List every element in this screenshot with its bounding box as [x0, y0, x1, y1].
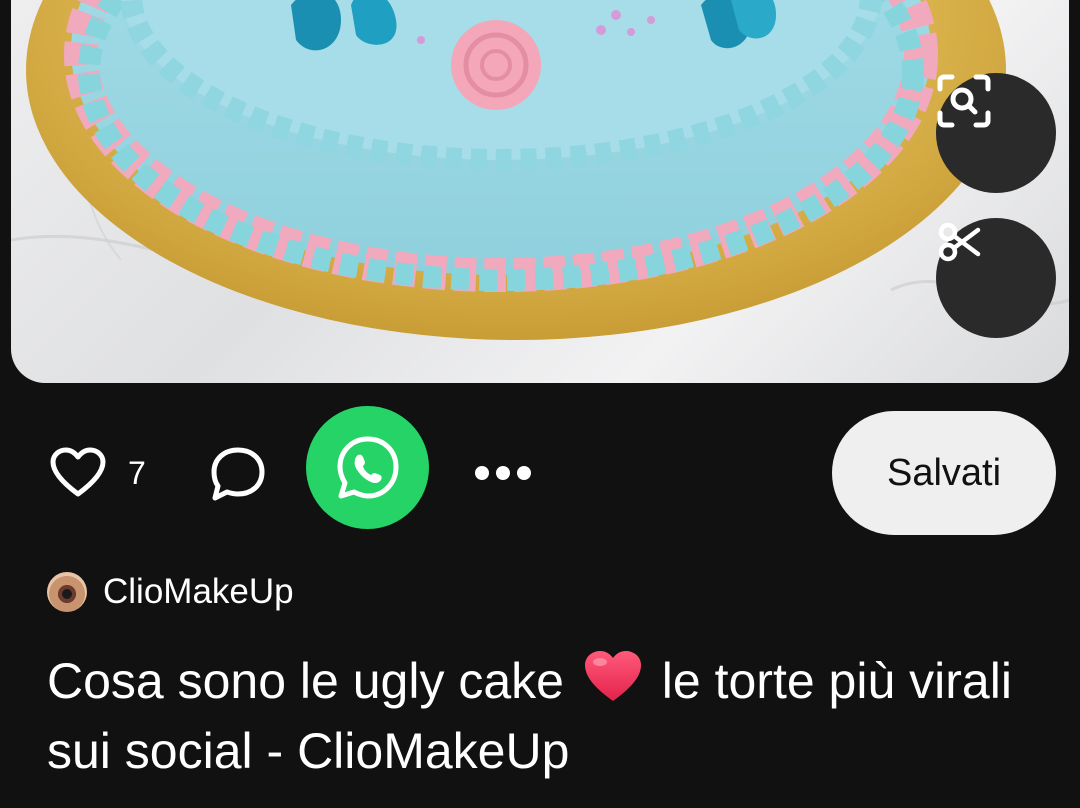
- visual-search-icon: [937, 74, 991, 128]
- more-horizontal-icon: [475, 466, 489, 480]
- pin-image[interactable]: [11, 0, 1069, 383]
- pin-title: Cosa sono le ugly cake le torte più vira…: [47, 648, 1047, 783]
- title-text-start: Cosa sono le ugly cake: [47, 653, 564, 709]
- author-row[interactable]: ClioMakeUp: [47, 570, 294, 614]
- cutout-button[interactable]: [936, 218, 1056, 338]
- more-options-button[interactable]: [468, 448, 538, 498]
- cake-illustration: [11, 0, 1069, 340]
- like-button[interactable]: [48, 442, 108, 502]
- whatsapp-share-button[interactable]: [306, 406, 429, 529]
- heart-outline-icon: [50, 447, 106, 497]
- whatsapp-icon: [337, 436, 398, 498]
- avatar: [47, 572, 87, 612]
- author-name[interactable]: ClioMakeUp: [103, 572, 294, 612]
- heart-emoji-icon: [582, 648, 644, 719]
- comment-button[interactable]: [208, 444, 268, 504]
- visual-search-button[interactable]: [936, 73, 1056, 193]
- comment-bubble-icon: [211, 447, 265, 501]
- scissors-icon: [938, 222, 981, 262]
- save-button[interactable]: Salvati: [832, 411, 1056, 535]
- like-count: 7: [128, 455, 146, 491]
